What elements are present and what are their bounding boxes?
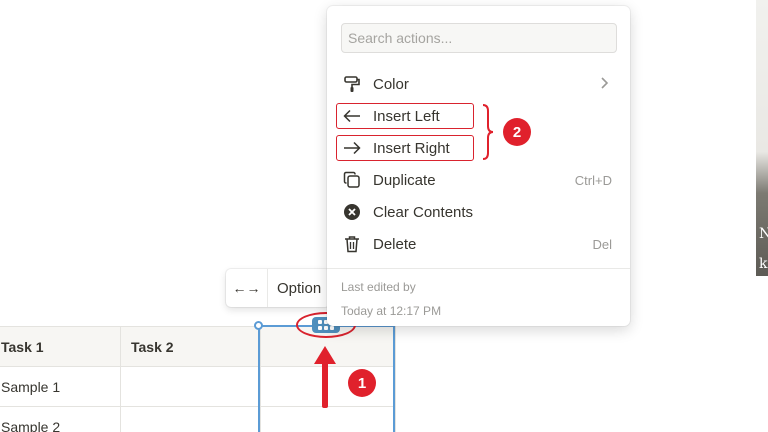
menu-item-color[interactable]: Color [335, 70, 622, 98]
menu-item-label: Delete [373, 235, 417, 253]
arrow-left-icon [342, 106, 362, 126]
step-1-badge: 1 [348, 369, 376, 397]
duplicate-icon [342, 170, 362, 190]
paint-roller-icon [342, 74, 362, 94]
table-cell[interactable] [120, 366, 261, 407]
last-edited-time: Today at 12:17 PM [341, 304, 442, 318]
trash-icon [342, 234, 362, 254]
table-header-cell[interactable]: Task 1 [0, 326, 121, 367]
chevron-right-icon [600, 76, 610, 95]
last-edited-label: Last edited by [341, 280, 416, 294]
step-2-badge: 2 [503, 118, 531, 146]
menu-item-insert-left[interactable]: Insert Left [335, 102, 622, 130]
options-button[interactable]: Option [268, 280, 321, 297]
table-cell[interactable]: Sample 1 [0, 366, 121, 407]
table-cell[interactable] [120, 406, 261, 432]
menu-item-label: Insert Right [373, 139, 450, 157]
menu-item-label: Color [373, 75, 409, 93]
shortcut-hint: Ctrl+D [574, 172, 612, 188]
background-photo: N k [756, 0, 768, 276]
photo-caption-char: N [759, 226, 768, 242]
search-actions-input[interactable] [341, 23, 617, 53]
shortcut-hint: Del [592, 236, 612, 252]
photo-caption-char: k [759, 256, 768, 272]
menu-item-label: Insert Left [373, 107, 440, 125]
notion-page: N k Task 1 Task 2 Sample 1 Sample 2 1 ←→… [0, 0, 768, 432]
table-toolbar: ←→ Option [226, 269, 330, 307]
resize-arrows-button[interactable]: ←→ [226, 269, 268, 307]
menu-item-duplicate[interactable]: Duplicate Ctrl+D [335, 166, 622, 194]
menu-item-insert-right[interactable]: Insert Right [335, 134, 622, 162]
menu-item-label: Duplicate [373, 171, 436, 189]
arrow-right-icon [342, 138, 362, 158]
clear-icon [342, 202, 362, 222]
table-cell[interactable]: Sample 2 [0, 406, 121, 432]
table-header-cell[interactable]: Task 2 [120, 326, 261, 367]
menu-item-clear-contents[interactable]: Clear Contents [335, 198, 622, 226]
menu-item-delete[interactable]: Delete Del [335, 230, 622, 258]
column-actions-menu: Color Insert Left Insert Right D [327, 6, 630, 326]
menu-divider [327, 268, 630, 269]
annotation-arrow-shaft [322, 362, 328, 408]
menu-item-label: Clear Contents [373, 203, 474, 221]
annotation-brace [482, 104, 494, 160]
column-resize-handle[interactable] [254, 321, 263, 330]
